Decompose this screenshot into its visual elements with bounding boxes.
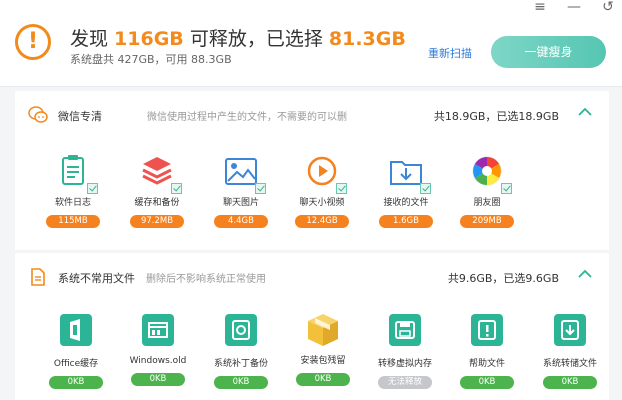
size-badge: 0KB (460, 376, 514, 389)
size-badge: 4.4GB (214, 215, 268, 228)
wechat-item-images[interactable]: 聊天图片 4.4GB (203, 153, 279, 228)
section-summary: 共9.6GB，已选9.6GB (447, 272, 559, 285)
help-file-icon (471, 314, 503, 346)
size-badge: 12.4GB (295, 215, 349, 228)
warning-icon: ! (15, 24, 51, 60)
chevron-up-icon[interactable] (577, 105, 593, 119)
wechat-icon (28, 106, 48, 123)
size-badge: 0KB (49, 376, 103, 389)
item-label: 帮助文件 (468, 359, 505, 369)
office-icon (60, 314, 92, 346)
disk-info: 系统盘共 427GB，可用 88.3GB (70, 53, 232, 66)
wechat-clean-section: 微信专清 微信使用过程中产生的文件，不需要的可以删 共18.9GB，已选18.9… (15, 91, 609, 250)
section-header: 微信专清 微信使用过程中产生的文件，不需要的可以删 共18.9GB，已选18.9… (15, 91, 609, 131)
found-size: 116GB (114, 28, 184, 50)
window-controls: ≡ — ↺ (532, 0, 616, 14)
wechat-item-logs[interactable]: 软件日志 115MB (35, 153, 111, 228)
checkbox[interactable] (336, 183, 347, 194)
scan-headline: 发现 116GB 可释放，已选择 81.3GB (70, 24, 406, 51)
document-icon (31, 268, 45, 286)
item-label: 缓存和备份 (134, 198, 180, 208)
wechat-item-received-files[interactable]: 接收的文件 1.6GB (368, 153, 444, 228)
item-label: Office缓存 (53, 359, 99, 369)
wechat-item-moments[interactable]: 朋友圈 209MB (449, 153, 525, 228)
system-item-virtual-memory[interactable]: 转移虚拟内存 无法释放 (367, 311, 443, 389)
rescan-link[interactable]: 重新扫描 (428, 45, 472, 61)
size-badge: 97.2MB (130, 215, 184, 228)
wechat-item-cache[interactable]: 缓存和备份 97.2MB (119, 153, 195, 228)
item-label: 软件日志 (54, 198, 91, 208)
size-badge: 0KB (131, 373, 185, 386)
checkbox[interactable] (420, 183, 431, 194)
system-item-help-files[interactable]: 帮助文件 0KB (449, 311, 525, 389)
system-item-windows-old[interactable]: Windows.old 0KB (120, 311, 196, 386)
package-box-icon (308, 314, 338, 346)
section-title: 系统不常用文件 (58, 272, 135, 285)
windows-old-icon (142, 314, 174, 346)
system-item-dump-files[interactable]: 系统转储文件 0KB (532, 311, 608, 389)
item-label: 系统转储文件 (542, 359, 597, 369)
section-description: 删除后不影响系统正常使用 (146, 274, 266, 285)
checkbox[interactable] (171, 183, 182, 194)
section-header: 系统不常用文件 删除后不影响系统正常使用 共9.6GB，已选9.6GB (15, 253, 609, 293)
size-badge: 无法释放 (378, 376, 432, 389)
system-item-patch-backup[interactable]: 系统补丁备份 0KB (203, 311, 279, 389)
checkbox[interactable] (501, 183, 512, 194)
minimize-icon[interactable]: — (566, 0, 582, 14)
one-click-slim-button[interactable]: 一键瘦身 (491, 36, 606, 68)
system-item-package-residue[interactable]: 安装包残留 0KB (285, 311, 361, 386)
item-label: Windows.old (129, 356, 187, 366)
size-badge: 0KB (214, 376, 268, 389)
virtual-memory-icon (389, 314, 421, 346)
menu-icon[interactable]: ≡ (532, 0, 548, 14)
item-label: 接收的文件 (383, 198, 429, 208)
item-label: 系统补丁备份 (213, 359, 268, 369)
headline-prefix: 发现 (70, 28, 115, 50)
item-label: 聊天图片 (222, 198, 259, 208)
item-label: 朋友圈 (473, 198, 501, 208)
selected-size: 81.3GB (328, 28, 406, 50)
checkbox[interactable] (255, 183, 266, 194)
result-header: ≡ — ↺ ! 发现 116GB 可释放，已选择 81.3GB 系统盘共 427… (0, 0, 622, 87)
size-badge: 0KB (296, 373, 350, 386)
chevron-up-icon[interactable] (577, 267, 593, 281)
size-badge: 209MB (460, 215, 514, 228)
size-badge: 115MB (46, 215, 100, 228)
item-label: 安装包残留 (300, 356, 346, 366)
back-icon[interactable]: ↺ (600, 0, 616, 14)
item-label: 转移虚拟内存 (377, 359, 432, 369)
item-label: 聊天小视频 (299, 198, 345, 208)
size-badge: 0KB (543, 376, 597, 389)
system-storage-icon (554, 314, 586, 346)
section-description: 微信使用过程中产生的文件，不需要的可以删 (147, 112, 347, 123)
checkbox[interactable] (87, 183, 98, 194)
size-badge: 1.6GB (379, 215, 433, 228)
section-title: 微信专清 (58, 110, 102, 123)
system-uncommon-files-section: 系统不常用文件 删除后不影响系统正常使用 共9.6GB，已选9.6GB Offi… (15, 253, 609, 400)
headline-middle: 可释放，已选择 (183, 28, 329, 50)
patch-backup-icon (225, 314, 257, 346)
system-item-office-cache[interactable]: Office缓存 0KB (38, 311, 114, 389)
wechat-item-videos[interactable]: 聊天小视频 12.4GB (284, 153, 360, 228)
section-summary: 共18.9GB，已选18.9GB (433, 110, 559, 123)
